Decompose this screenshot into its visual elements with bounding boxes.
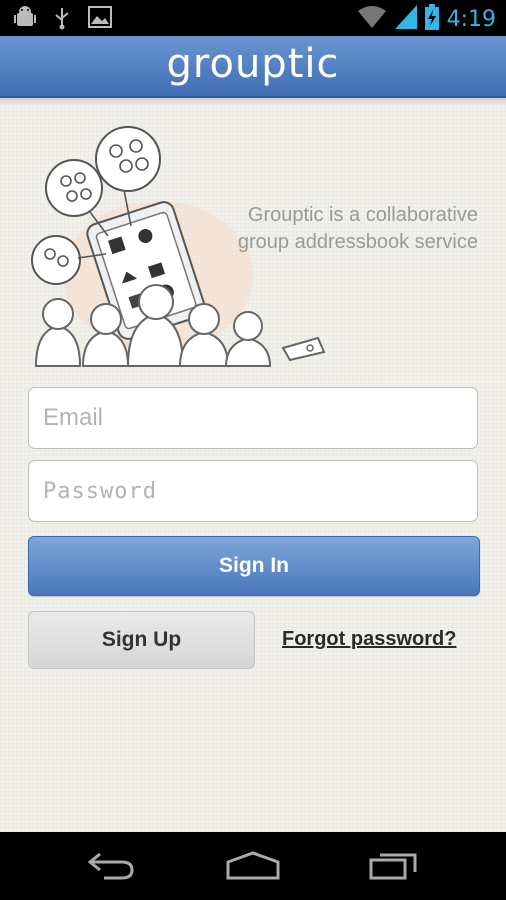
sign-up-button[interactable]: Sign Up xyxy=(28,611,255,669)
status-bar: 4:19 xyxy=(0,0,506,36)
login-screen: Grouptic is a collaborative group addres… xyxy=(0,98,506,832)
navigation-bar xyxy=(0,832,506,900)
status-time: 4:19 xyxy=(446,7,496,32)
app-bar-shadow xyxy=(0,98,506,106)
signal-icon xyxy=(394,5,417,34)
sign-in-button[interactable]: Sign In xyxy=(28,536,480,596)
email-field[interactable] xyxy=(28,387,478,449)
back-icon[interactable] xyxy=(86,850,136,885)
sign-in-label: Sign In xyxy=(219,554,289,577)
image-icon xyxy=(88,6,112,35)
battery-charging-icon xyxy=(424,4,439,35)
home-icon[interactable] xyxy=(224,850,282,885)
password-field[interactable] xyxy=(28,460,478,522)
sign-up-label: Sign Up xyxy=(101,628,182,651)
app-logo-title: grouptic xyxy=(166,41,340,87)
forgot-password-link[interactable]: Forgot password? xyxy=(282,628,456,651)
app-bar: grouptic xyxy=(0,36,506,98)
recent-apps-icon[interactable] xyxy=(368,850,420,885)
android-debug-icon xyxy=(14,6,36,35)
wifi-icon xyxy=(357,5,387,34)
app-tagline: Grouptic is a collaborative group addres… xyxy=(237,204,478,253)
usb-icon xyxy=(54,6,70,35)
